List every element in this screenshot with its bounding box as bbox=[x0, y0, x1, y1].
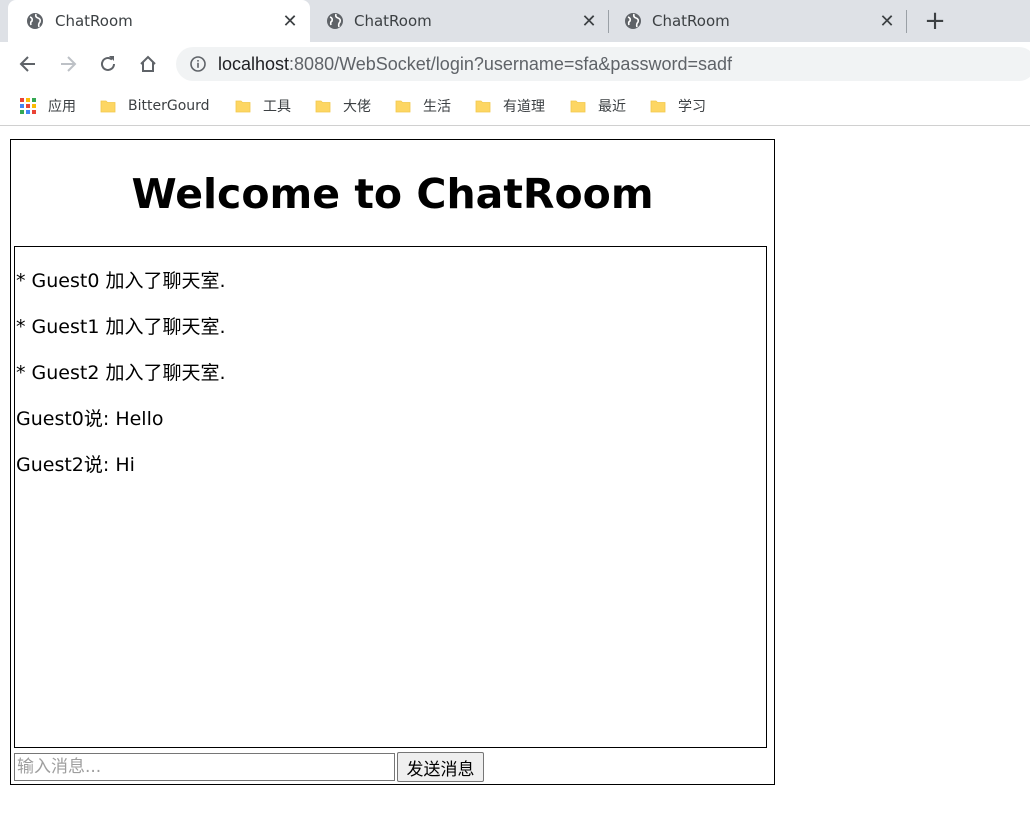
close-tab-icon[interactable]: ✕ bbox=[279, 10, 301, 32]
bookmark-study[interactable]: 学习 bbox=[650, 96, 706, 116]
chat-message: * Guest0 加入了聊天室. bbox=[16, 270, 226, 292]
bookmark-apps[interactable]: 应用 bbox=[20, 96, 76, 116]
apps-icon bbox=[20, 98, 36, 114]
back-icon[interactable] bbox=[16, 52, 40, 76]
folder-icon bbox=[650, 100, 666, 113]
tab-chatroom-3[interactable]: ChatRoom ✕ bbox=[609, 0, 906, 42]
bookmarks-bar: 应用 BitterGourd 工具 大佬 生活 有道理 最近 学习 bbox=[0, 86, 1030, 126]
page-title: Welcome to ChatRoom bbox=[131, 170, 654, 218]
page-content: Welcome to ChatRoom * Guest0 加入了聊天室. * G… bbox=[0, 127, 1030, 835]
message-input[interactable] bbox=[14, 753, 395, 781]
bookmark-label: 生活 bbox=[423, 99, 451, 115]
close-tab-icon[interactable]: ✕ bbox=[876, 10, 898, 32]
bookmark-label: 大佬 bbox=[343, 99, 371, 115]
url-text[interactable]: localhost:8080/WebSocket/login?username=… bbox=[218, 53, 732, 75]
bookmark-label: 工具 bbox=[263, 99, 291, 115]
folder-icon bbox=[315, 100, 331, 113]
tab-chatroom-2[interactable]: ChatRoom ✕ bbox=[310, 0, 608, 42]
bookmark-makes-sense[interactable]: 有道理 bbox=[475, 96, 545, 116]
tab-chatroom-1[interactable]: ChatRoom ✕ bbox=[8, 0, 310, 42]
globe-icon bbox=[625, 13, 641, 29]
chat-message: * Guest2 加入了聊天室. bbox=[16, 362, 226, 384]
folder-icon bbox=[475, 100, 491, 113]
bookmark-label: 最近 bbox=[598, 99, 626, 115]
home-icon[interactable] bbox=[136, 52, 160, 76]
close-tab-icon[interactable]: ✕ bbox=[578, 10, 600, 32]
folder-icon bbox=[100, 100, 116, 113]
tab-title: ChatRoom bbox=[55, 12, 133, 30]
bookmark-label: 学习 bbox=[678, 99, 706, 115]
url-host: localhost bbox=[218, 54, 290, 74]
tab-title: ChatRoom bbox=[354, 12, 432, 30]
bookmark-life[interactable]: 生活 bbox=[395, 96, 451, 116]
message-box[interactable]: * Guest0 加入了聊天室. * Guest1 加入了聊天室. * Gues… bbox=[14, 246, 767, 748]
browser-toolbar: localhost:8080/WebSocket/login?username=… bbox=[0, 42, 1030, 86]
info-icon[interactable] bbox=[190, 56, 206, 72]
send-message-button[interactable]: 发送消息 bbox=[397, 752, 484, 782]
bookmark-tools[interactable]: 工具 bbox=[235, 96, 291, 116]
address-bar[interactable]: localhost:8080/WebSocket/login?username=… bbox=[176, 47, 1030, 81]
chat-message: Guest0说: Hello bbox=[16, 408, 164, 430]
bookmark-label: 应用 bbox=[48, 99, 76, 115]
tab-title: ChatRoom bbox=[652, 12, 730, 30]
globe-icon bbox=[27, 13, 43, 29]
chat-message: * Guest1 加入了聊天室. bbox=[16, 316, 226, 338]
bookmark-label: BitterGourd bbox=[128, 98, 210, 114]
bookmark-label: 有道理 bbox=[503, 99, 545, 115]
url-path: :8080/WebSocket/login?username=sfa&passw… bbox=[289, 54, 732, 74]
chat-message: Guest2说: Hi bbox=[16, 454, 135, 476]
tab-strip: ChatRoom ✕ ChatRoom ✕ ChatRoom ✕ + bbox=[0, 0, 1030, 42]
chat-container: Welcome to ChatRoom * Guest0 加入了聊天室. * G… bbox=[10, 139, 775, 785]
bookmark-bittergourd[interactable]: BitterGourd bbox=[100, 96, 210, 116]
folder-icon bbox=[395, 100, 411, 113]
reload-icon[interactable] bbox=[96, 52, 120, 76]
tab-separator bbox=[906, 10, 907, 33]
folder-icon bbox=[570, 100, 586, 113]
globe-icon bbox=[327, 13, 343, 29]
new-tab-icon[interactable]: + bbox=[922, 8, 948, 34]
bookmark-recent[interactable]: 最近 bbox=[570, 96, 626, 116]
bookmark-experts[interactable]: 大佬 bbox=[315, 96, 371, 116]
forward-icon[interactable] bbox=[56, 52, 80, 76]
folder-icon bbox=[235, 100, 251, 113]
